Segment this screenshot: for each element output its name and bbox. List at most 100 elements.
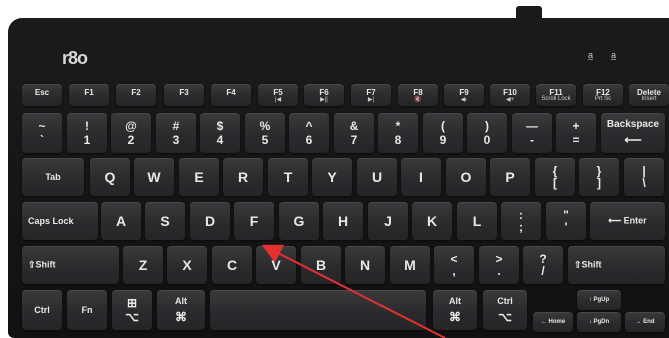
key-label: ] [597, 176, 601, 190]
key-punct-1[interactable]: " ' [546, 202, 586, 240]
fkey-sublabel: ▶|| [320, 97, 328, 103]
key-v[interactable]: V [256, 246, 296, 284]
fkey-7[interactable]: F7 ▶| [351, 84, 391, 106]
enter-key[interactable]: ⟵ Enter [590, 202, 665, 240]
key-w[interactable]: W [134, 158, 174, 196]
key-num-2[interactable]: @2 [111, 113, 151, 153]
key-s[interactable]: S [145, 202, 185, 240]
caps-lock-led-icon: a̲ [588, 50, 594, 60]
key-label: K [426, 213, 438, 229]
option-icon: ⌥ [125, 310, 139, 324]
end-key[interactable]: → End [625, 312, 665, 332]
fkey-label: F1 [84, 88, 94, 97]
key-shift-label: ( [441, 119, 445, 133]
key-t[interactable]: T [268, 158, 308, 196]
backspace-key[interactable]: Backspace ⟵ [601, 113, 665, 153]
fkey-4[interactable]: F4 [211, 84, 251, 106]
fkey-12[interactable]: F12 Prt Sc [583, 84, 623, 106]
key-c[interactable]: C [212, 246, 252, 284]
key-num-1[interactable]: ! 1 [67, 113, 107, 153]
tab-label: Tab [45, 172, 61, 182]
fkey-5[interactable]: F5 |◀ [258, 84, 298, 106]
key-l[interactable]: L [457, 202, 497, 240]
pgup-key[interactable]: ↑ PgUp [577, 290, 621, 310]
right-alt-key[interactable]: Alt ⌘ [433, 290, 477, 330]
key-shift-label: @ [125, 119, 137, 133]
fkey-8[interactable]: F8 🔇 [398, 84, 438, 106]
key-num-9[interactable]: (9 [423, 113, 463, 153]
key-m[interactable]: M [390, 246, 430, 284]
key-num-5[interactable]: % 5 [245, 113, 285, 153]
key-label: , [452, 264, 456, 278]
right-shift-key[interactable]: ⇧Shift [568, 246, 665, 284]
key-label: G [293, 213, 305, 229]
tab-key[interactable]: Tab [22, 158, 84, 196]
key-b[interactable]: B [301, 246, 341, 284]
caps-lock-key[interactable]: Caps Lock [22, 202, 98, 240]
left-alt-key[interactable]: Alt ⌘ [157, 290, 205, 330]
key-punct2-2[interactable]: ? / [523, 246, 563, 284]
key-num-6[interactable]: ^ 6 [289, 113, 329, 153]
key-num-12[interactable]: + = [556, 113, 596, 153]
key-h[interactable]: H [323, 202, 363, 240]
ctrl-label: Ctrl [497, 296, 513, 306]
fkey-13[interactable]: Delete Insert [629, 84, 669, 106]
home-label: ← Home [540, 319, 566, 325]
key-e[interactable]: E [179, 158, 219, 196]
key-shift-label: ~ [38, 119, 46, 133]
fkey-sublabel: Insert [641, 96, 657, 102]
key-label: V [271, 257, 281, 273]
key-k[interactable]: K [412, 202, 452, 240]
key-r[interactable]: R [223, 158, 263, 196]
fkey-label: F2 [131, 88, 141, 97]
fkey-0[interactable]: Esc [22, 84, 62, 106]
key-num-11[interactable]: — - [512, 113, 552, 153]
space-bar[interactable] [210, 290, 426, 330]
key-bracket-2[interactable]: | \ [624, 158, 664, 196]
fkey-6[interactable]: F6 ▶|| [304, 84, 344, 106]
key-num-3[interactable]: #3 [156, 113, 196, 153]
key-f[interactable]: F [234, 202, 274, 240]
key-d[interactable]: D [190, 202, 230, 240]
key-q[interactable]: Q [90, 158, 130, 196]
left-shift-key[interactable]: ⇧Shift [22, 246, 119, 284]
key-p[interactable]: P [490, 158, 530, 196]
pgdn-key[interactable]: ↓ PgDn [577, 312, 621, 332]
fkey-2[interactable]: F2 [116, 84, 156, 106]
key-num-10[interactable]: ) 0 [467, 113, 507, 153]
key-num-4[interactable]: $4 [200, 113, 240, 153]
key-shift-label: ! [85, 119, 89, 133]
key-a[interactable]: A [101, 202, 141, 240]
key-num-8[interactable]: * 8 [378, 113, 418, 153]
left-ctrl-key[interactable]: Ctrl [22, 290, 62, 330]
key-o[interactable]: O [446, 158, 486, 196]
key-punct2-0[interactable]: <, [434, 246, 474, 284]
key-label: / [541, 264, 545, 278]
windows-key[interactable]: ⊞ ⌥ [112, 290, 152, 330]
key-punct2-1[interactable]: >. [479, 246, 519, 284]
right-ctrl-key[interactable]: Ctrl ⌥ [483, 290, 527, 330]
key-punct-0[interactable]: :; [501, 202, 541, 240]
fkey-11[interactable]: F11 Scroll Lock [536, 84, 576, 106]
home-key[interactable]: ← Home [533, 312, 573, 332]
key-bracket-0[interactable]: {[ [535, 158, 575, 196]
fn-key[interactable]: Fn [67, 290, 107, 330]
key-num-0[interactable]: ~ ` [22, 113, 62, 153]
fkey-3[interactable]: F3 [164, 84, 204, 106]
key-bracket-1[interactable]: }] [579, 158, 619, 196]
fkey-10[interactable]: F10 ◀+ [490, 84, 530, 106]
key-u[interactable]: U [357, 158, 397, 196]
fkey-1[interactable]: F1 [69, 84, 109, 106]
windows-icon: ⊞ [126, 296, 138, 310]
key-x[interactable]: X [167, 246, 207, 284]
key-num-7[interactable]: & 7 [334, 113, 374, 153]
key-g[interactable]: G [279, 202, 319, 240]
fkey-9[interactable]: F9 ◀- [444, 84, 484, 106]
key-y[interactable]: Y [312, 158, 352, 196]
key-z[interactable]: Z [123, 246, 163, 284]
key-j[interactable]: J [368, 202, 408, 240]
key-label: I [419, 169, 423, 185]
key-n[interactable]: N [345, 246, 385, 284]
key-i[interactable]: I [401, 158, 441, 196]
key-label: B [315, 257, 327, 273]
